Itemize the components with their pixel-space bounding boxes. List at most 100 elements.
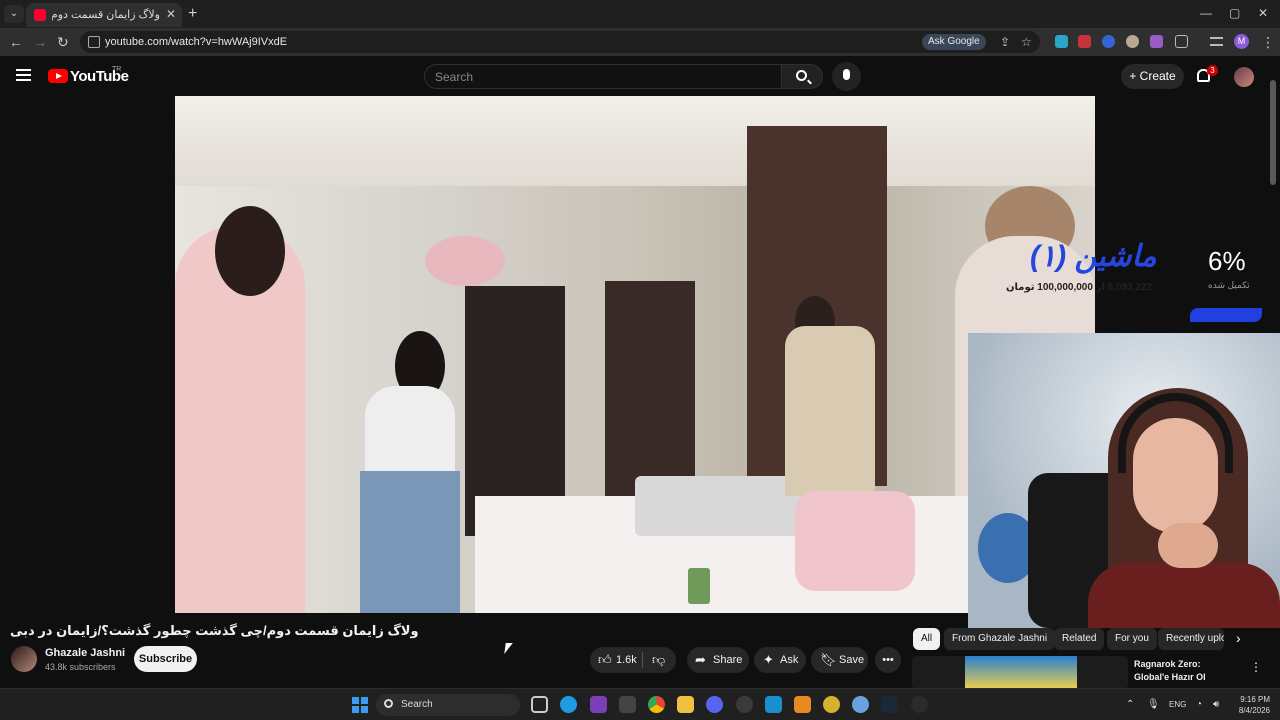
search-icon [384,699,393,708]
extension-purple-icon[interactable] [1150,35,1163,48]
site-info-icon[interactable] [88,36,100,48]
thumbs-up-icon[interactable]: 👍︎ [598,647,612,673]
address-bar[interactable]: youtube.com/watch?v=hwWAj9IVxdE Ask Goog… [80,31,1040,53]
search-button[interactable] [781,64,823,89]
video-scene-pillow [795,491,915,591]
chip-for-you[interactable]: For you [1107,628,1157,650]
extensions-puzzle-icon[interactable] [1175,35,1188,48]
chevron-right-icon[interactable]: › [1236,630,1241,646]
r-app-icon[interactable] [590,696,607,713]
back-arrow-icon[interactable]: ← [9,34,23,50]
minimize-icon[interactable]: — [1200,6,1212,20]
video-player[interactable] [175,96,1095,613]
account-avatar[interactable] [1234,67,1254,87]
share-button[interactable]: ➦ Share [687,647,749,673]
obs-icon[interactable] [736,696,753,713]
create-button[interactable]: + Create [1121,64,1184,89]
windows-taskbar: Search ⌃ 🎙︎ ENG ◔ 🔊︎ 9:16 PM 8/4/2026 [0,688,1280,720]
chrome-icon[interactable] [648,696,665,713]
share-arrow-icon: ➦ [695,652,706,667]
sparkle-icon: ✦ [763,652,774,667]
steam-icon[interactable] [881,696,898,713]
video-scene-balloon-bow [425,236,505,286]
tray-chevron-up-icon[interactable]: ⌃ [1126,699,1134,710]
video-scene-bassinet [635,476,805,536]
task-view-icon[interactable] [531,696,548,713]
extension-tan-icon[interactable] [1126,35,1139,48]
tab-close-icon[interactable]: ✕ [166,7,176,21]
search-box [424,64,782,89]
vscode-icon[interactable] [765,696,782,713]
webcam-streamer [1158,523,1218,568]
recommended-thumbnail[interactable] [912,656,1128,690]
wifi-icon[interactable]: ◔ [1196,699,1202,710]
voice-search-button[interactable] [832,62,861,91]
taskbar-clock[interactable]: 9:16 PM 8/4/2026 [1230,694,1270,716]
chip-all[interactable]: All [913,628,941,650]
tab-title: ولاگ زایمان قسمت دوم (3) [52,9,160,21]
youtube-logo-icon[interactable] [48,69,68,83]
extension-blue-icon[interactable] [1102,35,1115,48]
unity-icon[interactable] [619,696,636,713]
bookmark-star-icon[interactable]: ☆ [1021,35,1032,49]
clock-time: 9:16 PM [1240,695,1270,704]
app-blue-icon[interactable] [852,696,869,713]
recommended-thumbnail-image [965,656,1077,690]
ask-button[interactable]: ✦ Ask [754,647,806,673]
search-input[interactable] [435,70,765,84]
browser-tab-active[interactable]: ولاگ زایمان قسمت دوم (3) ✕ [26,3,182,27]
save-button[interactable]: 🔖︎ Save [811,647,868,673]
scrollbar-thumb[interactable] [1270,80,1276,185]
subscribe-button[interactable]: Subscribe [134,646,197,672]
edge-icon[interactable] [560,696,577,713]
player-letterbox [0,96,176,613]
file-explorer-icon[interactable] [677,696,694,713]
reload-icon[interactable]: ↻ [57,34,69,51]
tab-search-button[interactable]: ⌄ [4,5,24,23]
install-app-icon[interactable]: ⇪ [1000,35,1010,49]
more-horizontal-icon: ••• [882,654,894,666]
page-scrollbar[interactable] [1270,60,1276,680]
mouse-cursor-icon [504,643,513,654]
video-scene-person [360,471,460,613]
chip-related[interactable]: Related [1054,628,1105,650]
discord-icon[interactable] [706,696,723,713]
extension-red-icon[interactable] [1078,35,1091,48]
tray-microphone-icon[interactable]: 🎙︎ [1147,699,1160,710]
app-yellow-icon[interactable] [823,696,840,713]
thumbs-down-icon[interactable]: 👎︎ [652,647,665,673]
donation-overlay: ماشین (۱) 6,093,222 از 100,000,000 تومان… [1000,236,1280,336]
close-window-icon[interactable]: ✕ [1258,6,1268,20]
input-language[interactable]: ENG [1169,700,1186,709]
hamburger-menu-icon[interactable] [16,69,31,81]
forward-arrow-icon[interactable]: → [33,34,47,50]
media-player-icon[interactable] [911,696,928,713]
app-orange-icon[interactable] [794,696,811,713]
recommended-title[interactable]: Ragnarok Zero: Global'e Hazır Ol [1134,658,1234,684]
ask-google-button[interactable]: Ask Google [922,34,986,50]
extension-translate-icon[interactable] [1055,35,1068,48]
donation-amount: 6,093,222 از 100,000,000 تومان [1006,282,1153,293]
browser-profile-avatar[interactable]: M [1234,34,1249,49]
youtube-favicon-icon [34,9,46,21]
browser-tab-strip: ⌄ ولاگ زایمان قسمت دوم (3) ✕ + — ▢ ✕ [0,0,1280,28]
reading-list-icon[interactable] [1210,37,1223,46]
video-scene-person [215,206,285,296]
browser-menu-icon[interactable]: ⋮ [1261,34,1275,51]
more-vertical-icon[interactable]: ⋮ [1250,660,1262,674]
taskbar-search[interactable]: Search [376,694,520,716]
ask-label: Ask [780,654,799,666]
channel-name[interactable]: Ghazale Jashni [45,647,125,659]
like-count[interactable]: 1.6k [616,647,637,673]
new-tab-button[interactable]: + [188,5,197,23]
volume-icon[interactable]: 🔊︎ [1213,699,1219,710]
notifications-badge: 3 [1207,65,1218,76]
video-scene-cup [688,568,710,604]
chip-recently-uploaded[interactable]: Recently uplo [1158,628,1224,650]
maximize-icon[interactable]: ▢ [1229,6,1240,20]
plus-icon: + [1129,69,1140,83]
chip-from-channel[interactable]: From Ghazale Jashni [944,628,1056,650]
more-actions-button[interactable]: ••• [875,647,901,673]
channel-avatar[interactable] [11,646,37,672]
windows-start-icon[interactable] [352,697,368,713]
